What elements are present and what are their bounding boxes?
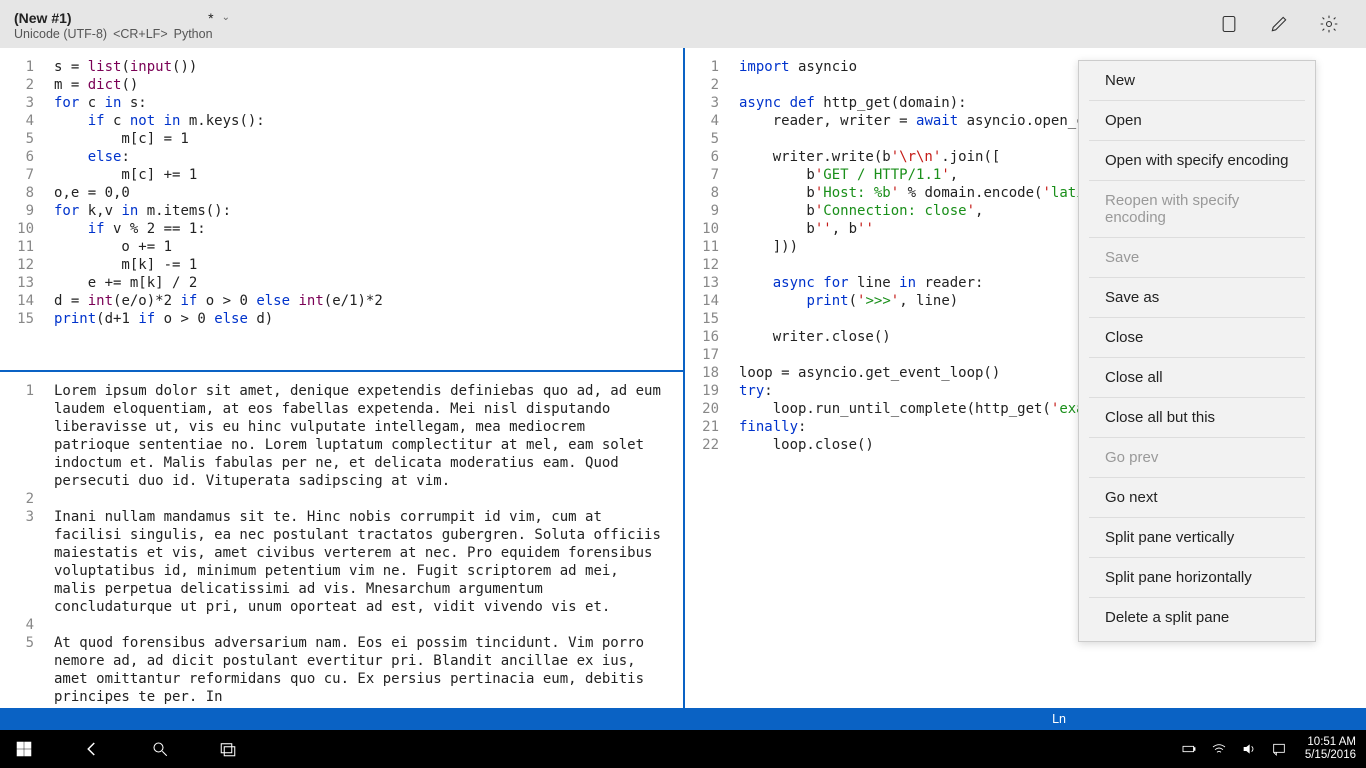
tab-meta: Unicode (UTF-8) <CR+LF> Python [14,27,230,41]
menu-item-delete-a-split-pane[interactable]: Delete a split pane [1089,598,1305,637]
editor-pane-top-left[interactable]: 123456789101112131415 s = list(input())m… [0,48,683,372]
menu-item-reopen-with-specify-encoding: Reopen with specify encoding [1089,181,1305,238]
system-tray[interactable] [1181,741,1287,757]
taskbar: 10:51 AM 5/15/2016 [0,730,1366,768]
task-view-icon[interactable] [218,739,238,759]
code-area[interactable]: import asyncioasync def http_get(domain)… [729,48,1110,708]
app-header: (New #1) * ⌄ Unicode (UTF-8) <CR+LF> Pyt… [0,0,1366,48]
tab-language: Python [174,27,213,41]
code-area[interactable]: Lorem ipsum dolor sit amet, denique expe… [44,372,664,708]
tab-dirty-indicator: * [208,10,213,26]
code-area[interactable]: s = list(input())m = dict()for c in s: i… [44,48,383,370]
clock-time: 10:51 AM [1305,736,1356,749]
settings-icon[interactable] [1318,13,1340,35]
menu-item-close-all[interactable]: Close all [1089,358,1305,398]
menu-item-split-pane-horizontally[interactable]: Split pane horizontally [1089,558,1305,598]
start-icon[interactable] [14,739,34,759]
status-text: Ln [1052,712,1066,726]
menu-item-save-as[interactable]: Save as [1089,278,1305,318]
editor-pane-bottom-left[interactable]: 12345 Lorem ipsum dolor sit amet, deniqu… [0,372,683,708]
menu-item-close-all-but-this[interactable]: Close all but this [1089,398,1305,438]
menu-item-go-prev: Go prev [1089,438,1305,478]
clock-date: 5/15/2016 [1305,749,1356,762]
chevron-down-icon[interactable]: ⌄ [222,12,230,23]
edit-icon[interactable] [1268,13,1290,35]
header-toolbar [1218,0,1366,48]
line-gutter: 123456789101112131415 [0,48,44,370]
menu-item-open[interactable]: Open [1089,101,1305,141]
tab-title: (New #1) [14,10,72,26]
context-menu: NewOpenOpen with specify encodingReopen … [1078,60,1316,642]
document-tab[interactable]: (New #1) * ⌄ Unicode (UTF-8) <CR+LF> Pyt… [0,0,240,48]
menu-item-new[interactable]: New [1089,61,1305,101]
menu-item-open-with-specify-encoding[interactable]: Open with specify encoding [1089,141,1305,181]
volume-icon [1241,741,1257,757]
workspace: 123456789101112131415 s = list(input())m… [0,48,1366,708]
panel-icon[interactable] [1218,13,1240,35]
menu-item-close[interactable]: Close [1089,318,1305,358]
search-icon[interactable] [150,739,170,759]
back-icon[interactable] [82,739,102,759]
status-bar: Ln [0,708,1366,730]
tab-encoding: Unicode (UTF-8) [14,27,107,41]
line-gutter: 12345678910111213141516171819202122 [685,48,729,708]
battery-icon [1181,741,1197,757]
wifi-icon [1211,741,1227,757]
menu-item-go-next[interactable]: Go next [1089,478,1305,518]
taskbar-clock[interactable]: 10:51 AM 5/15/2016 [1305,736,1356,762]
tab-lineend: <CR+LF> [113,27,168,41]
line-gutter: 12345 [0,372,44,708]
menu-item-save: Save [1089,238,1305,278]
notifications-icon [1271,741,1287,757]
menu-item-split-pane-vertically[interactable]: Split pane vertically [1089,518,1305,558]
